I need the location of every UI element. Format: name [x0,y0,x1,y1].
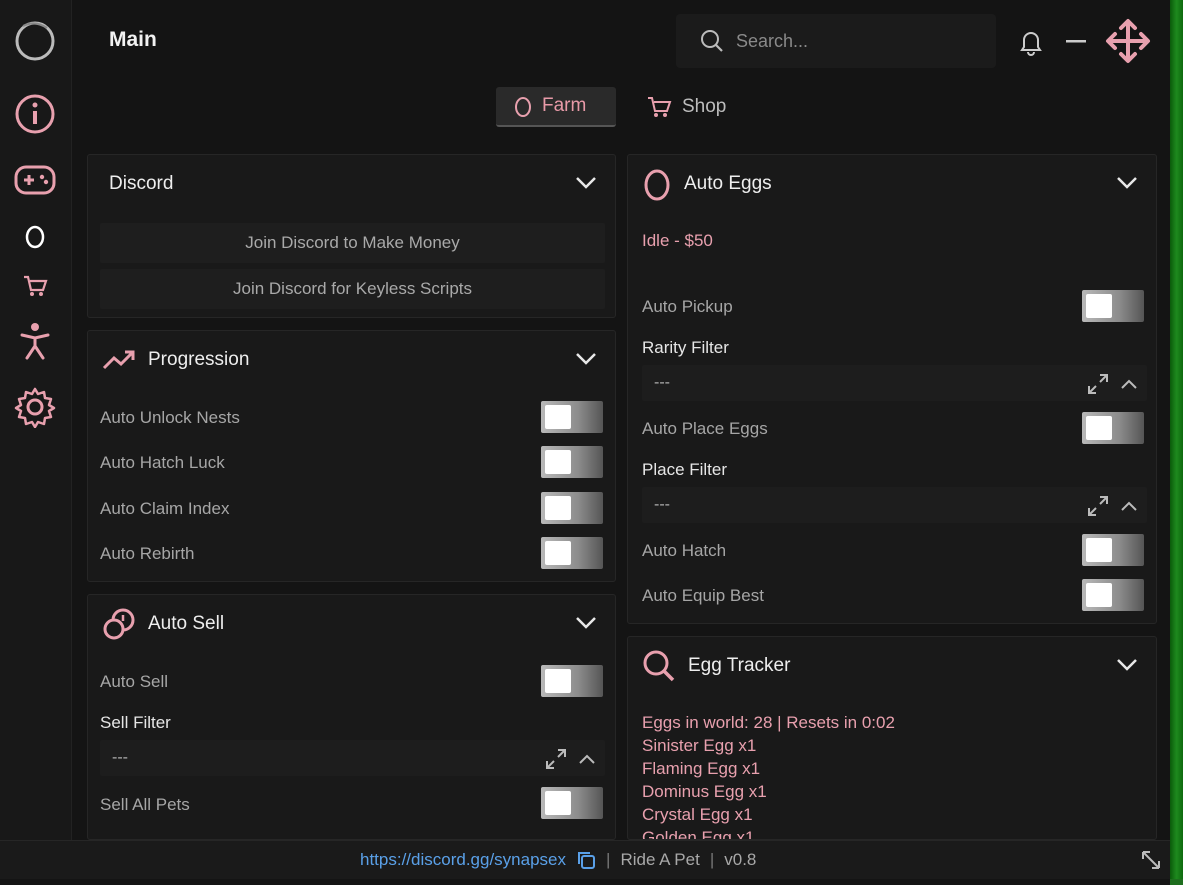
place-filter-label: Place Filter [642,460,728,479]
chevron-down-icon[interactable] [1116,176,1138,190]
place-filter-value: --- [654,496,670,513]
place-filter-dropdown[interactable]: --- [642,487,1147,523]
move-icon[interactable] [1105,18,1151,64]
egg-icon [515,97,531,117]
search-icon [701,30,723,52]
bell-icon[interactable] [1018,28,1044,56]
expand-icon[interactable] [1087,373,1109,395]
auto-eggs-panel-header[interactable]: Auto Eggs [628,155,1156,213]
egg-tracker-item: Sinister Egg x1 [642,736,757,755]
discord-panel: Discord Join Discord to Make Money Join … [87,154,616,318]
auto-unlock-nests-label: Auto Unlock Nests [100,408,240,427]
auto-claim-index-label: Auto Claim Index [100,499,230,518]
sell-filter-value: --- [112,749,128,766]
auto-rebirth-label: Auto Rebirth [100,544,195,563]
auto-place-eggs-label: Auto Place Eggs [642,419,768,438]
rarity-filter-value: --- [654,374,670,391]
rarity-filter-label: Rarity Filter [642,338,729,357]
chevron-down-icon[interactable] [575,616,597,630]
chevron-down-icon[interactable] [575,176,597,190]
egg-tracker-item: Crystal Egg x1 [642,805,753,824]
info-icon[interactable] [12,91,58,137]
status-separator: | [709,850,715,869]
sell-all-pets-label: Sell All Pets [100,795,190,814]
tab-farm-label: Farm [542,95,587,116]
tab-shop[interactable]: Shop [628,87,748,127]
egg-tracker-item: Golden Egg x1 [642,828,755,840]
auto-equip-best-label: Auto Equip Best [642,586,764,605]
egg-tracker-panel-header[interactable]: Egg Tracker [628,637,1156,695]
game-name: Ride A Pet [620,850,700,869]
progression-panel-header[interactable]: Progression [88,331,615,389]
chevron-up-icon[interactable] [1121,501,1137,511]
accessibility-icon[interactable] [12,318,58,364]
rarity-filter-dropdown[interactable]: --- [642,365,1147,401]
join-discord-money-button[interactable]: Join Discord to Make Money [100,223,605,263]
auto-pickup-toggle[interactable] [1082,290,1144,322]
auto-sell-panel-title: Auto Sell [148,613,225,634]
auto-hatch-toggle[interactable] [1082,534,1144,566]
auto-hatch-luck-toggle[interactable] [541,446,603,478]
status-separator: | [606,850,611,869]
egg-tracker-summary: Eggs in world: 28 | Resets in 0:02 [642,713,895,732]
version-label: v0.8 [724,850,757,869]
discord-panel-title: Discord [109,173,174,194]
egg-icon [644,169,670,201]
copy-icon[interactable] [576,850,596,870]
egg-tracker-item: Dominus Egg x1 [642,782,767,801]
gamepad-icon[interactable] [12,157,58,203]
cart-icon[interactable] [12,263,58,309]
progression-panel: Progression Auto Unlock Nests Auto Hatch… [87,330,616,582]
discord-panel-header[interactable]: Discord [88,155,615,213]
progression-panel-title: Progression [148,349,250,370]
tab-farm[interactable]: Farm [496,87,616,127]
search-icon [643,650,675,682]
chevron-up-icon[interactable] [1121,379,1137,389]
expand-icon[interactable] [545,748,567,770]
auto-eggs-panel-title: Auto Eggs [684,173,772,194]
logo-ring-icon [12,17,58,63]
chevron-down-icon[interactable] [1116,658,1138,672]
auto-rebirth-toggle[interactable] [541,537,603,569]
auto-sell-label: Auto Sell [100,672,169,691]
chevron-up-icon[interactable] [579,754,595,764]
sidebar [0,0,72,840]
search-input[interactable] [736,30,966,52]
status-bar: https://discord.gg/synapsex | Ride A Pet… [0,840,1170,879]
auto-place-eggs-toggle[interactable] [1082,412,1144,444]
app-window: Main Farm Shop Discord Join Discord to M… [0,0,1170,885]
sell-filter-label: Sell Filter [100,713,171,732]
auto-eggs-status: Idle - $50 [642,231,713,250]
auto-eggs-panel: Auto Eggs Idle - $50 Auto Pickup Rarity … [627,154,1157,624]
auto-sell-panel: Auto Sell Auto Sell Sell Filter --- Sell… [87,594,616,840]
minimize-button[interactable] [1066,40,1086,44]
egg-tracker-panel-title: Egg Tracker [688,655,791,676]
auto-equip-best-toggle[interactable] [1082,579,1144,611]
gear-icon[interactable] [12,384,58,430]
auto-hatch-luck-label: Auto Hatch Luck [100,453,225,472]
chevron-down-icon[interactable] [575,352,597,366]
join-discord-keyless-button[interactable]: Join Discord for Keyless Scripts [100,269,605,309]
tab-shop-label: Shop [682,96,727,117]
auto-pickup-label: Auto Pickup [642,297,733,316]
auto-sell-panel-header[interactable]: Auto Sell [88,595,615,653]
desktop-background-edge [1170,0,1183,885]
auto-hatch-label: Auto Hatch [642,541,727,560]
trending-up-icon [102,350,135,370]
resize-icon[interactable] [1140,849,1162,871]
sell-filter-dropdown[interactable]: --- [100,740,605,776]
search-box[interactable] [676,14,996,68]
cart-icon [648,97,672,117]
page-title: Main [109,28,157,51]
auto-claim-index-toggle[interactable] [541,492,603,524]
egg-tracker-item: Flaming Egg x1 [642,759,761,778]
discord-link[interactable]: https://discord.gg/synapsex [360,850,566,870]
sell-all-pets-toggle[interactable] [541,787,603,819]
egg-tracker-panel: Egg Tracker Eggs in world: 28 | Resets i… [627,636,1157,840]
auto-sell-toggle[interactable] [541,665,603,697]
coins-icon [103,608,135,640]
auto-unlock-nests-toggle[interactable] [541,401,603,433]
egg-icon[interactable] [12,213,58,259]
expand-icon[interactable] [1087,495,1109,517]
